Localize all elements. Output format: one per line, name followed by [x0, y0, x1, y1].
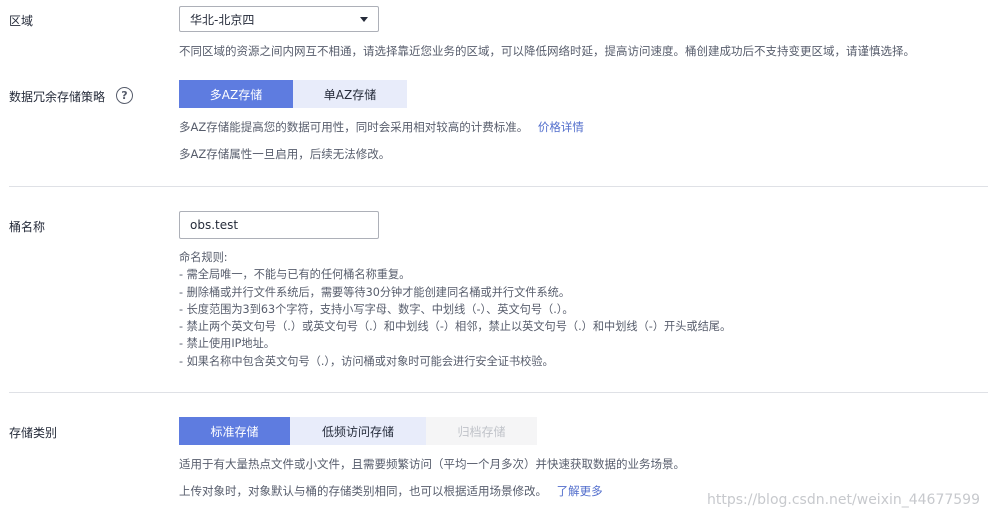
naming-rule-item: - 禁止使用IP地址。 [179, 337, 275, 351]
redundancy-button-group: 多AZ存储 单AZ存储 [179, 80, 407, 108]
section-divider [9, 186, 988, 187]
price-details-link[interactable]: 价格详情 [538, 120, 584, 134]
naming-rule-item: - 需全局唯一，不能与已有的任何桶名称重复。 [179, 268, 411, 282]
naming-rules-title: 命名规则: [179, 251, 228, 264]
region-select[interactable]: 华北-北京四 [179, 6, 379, 32]
storage-class-description: 适用于有大量热点文件或小文件，且需要频繁访问（平均一个月多次）并快速获取数据的业… [179, 457, 685, 471]
naming-rule-item: - 删除桶或并行文件系统后，需要等待30分钟才能创建同名桶或并行文件系统。 [179, 285, 571, 299]
naming-rule-item: - 长度范围为3到63个字符，支持小写字母、数字、中划线（-）、英文句号（.）。 [179, 302, 574, 316]
region-help-text: 不同区域的资源之间内网互不相通，请选择靠近您业务的区域，可以降低网络时延，提高访… [179, 44, 915, 58]
naming-rules: 命名规则: - 需全局唯一，不能与已有的任何桶名称重复。 - 删除桶或并行文件系… [179, 249, 731, 370]
redundancy-description-text: 多AZ存储能提高您的数据可用性，同时会采用相对较高的计费标准。 [179, 120, 529, 134]
help-question-icon[interactable]: ? [116, 87, 133, 104]
storage-class-note-text: 上传对象时，对象默认与桶的存储类别相同，也可以根据适用场景修改。 [179, 484, 547, 498]
standard-storage-button[interactable]: 标准存储 [179, 417, 290, 445]
single-az-button[interactable]: 单AZ存储 [293, 80, 407, 108]
region-selected-value: 华北-北京四 [190, 12, 255, 27]
section-divider [9, 392, 988, 393]
bucket-name-label: 桶名称 [9, 220, 46, 234]
redundancy-description: 多AZ存储能提高您的数据可用性，同时会采用相对较高的计费标准。 价格详情 [179, 118, 584, 136]
storage-class-label: 存储类别 [9, 426, 58, 440]
redundancy-note: 多AZ存储属性一旦启用，后续无法修改。 [179, 147, 391, 161]
bucket-name-input[interactable] [179, 211, 379, 239]
region-label: 区域 [9, 14, 34, 28]
naming-rule-item: - 如果名称中包含英文句号（.），访问桶或对象时可能会进行安全证书校验。 [179, 354, 554, 368]
redundancy-label: 数据冗余存储策略 [9, 90, 106, 104]
storage-class-note: 上传对象时，对象默认与桶的存储类别相同，也可以根据适用场景修改。 了解更多 [179, 482, 603, 500]
multi-az-button[interactable]: 多AZ存储 [179, 80, 293, 108]
watermark: https://blog.csdn.net/weixin_44677599 [706, 492, 980, 508]
chevron-down-icon [360, 17, 368, 22]
infrequent-access-button[interactable]: 低频访问存储 [290, 417, 426, 445]
archive-storage-button: 归档存储 [426, 417, 537, 445]
storage-class-button-group: 标准存储 低频访问存储 归档存储 [179, 417, 537, 445]
naming-rule-item: - 禁止两个英文句号（.）或英文句号（.）和中划线（-）相邻，禁止以英文句号（.… [179, 320, 732, 334]
learn-more-link[interactable]: 了解更多 [557, 484, 603, 498]
